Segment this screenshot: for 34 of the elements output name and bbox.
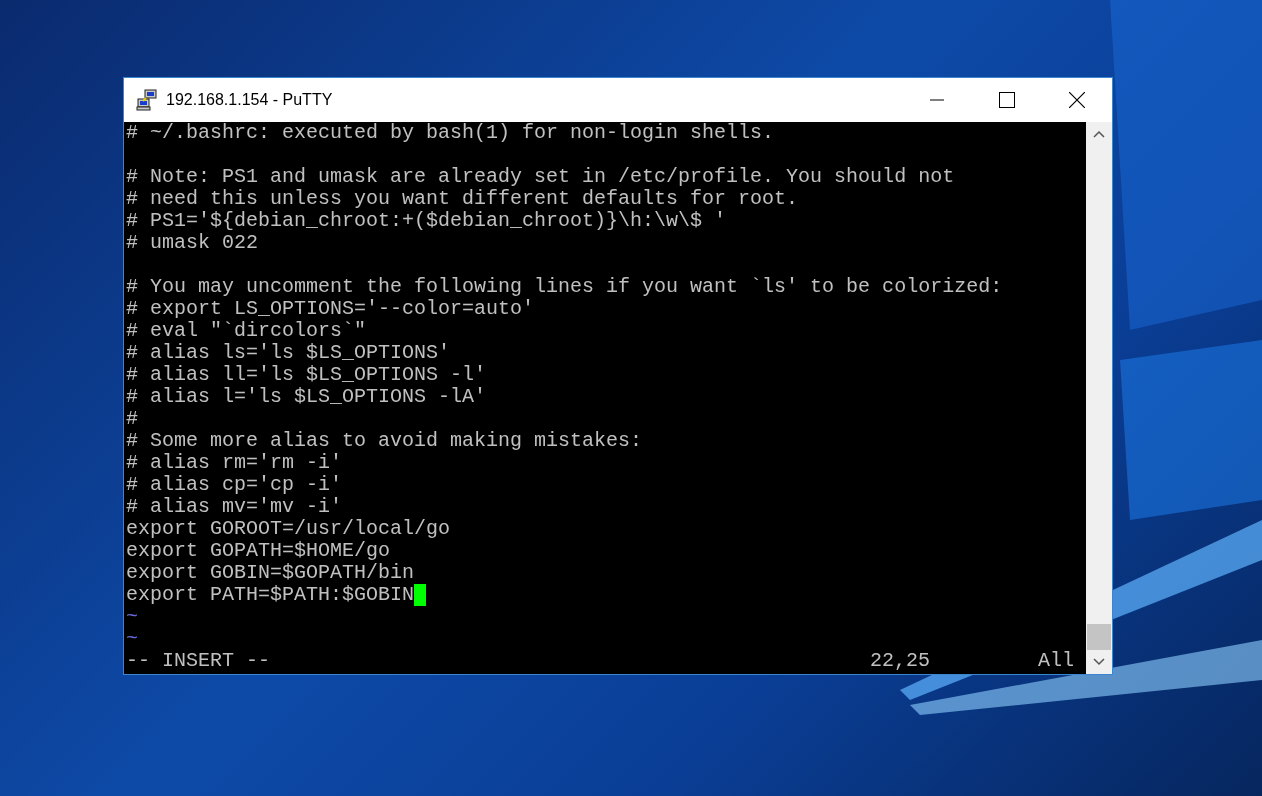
terminal-line: # export LS_OPTIONS='--color=auto' [126, 298, 535, 320]
terminal-line: # alias ls='ls $LS_OPTIONS' [126, 342, 451, 364]
terminal-line: # need this unless you want different defaults for root. [126, 188, 799, 210]
terminal-line: # alias l='ls $LS_OPTIONS -lA' [126, 386, 487, 408]
terminal-line: # eval "`dircolors`" [126, 320, 367, 342]
terminal-line: # PS1='${debian_chroot:+($debian_chroot)}\h:\w\$ ' [126, 210, 727, 232]
empty-line-marker: ~ [126, 606, 138, 628]
terminal-line: # [126, 408, 138, 430]
terminal-line: # Some more alias to avoid making mistakes: [126, 430, 643, 452]
scroll-down-icon[interactable] [1093, 658, 1105, 666]
maximize-icon [999, 92, 1015, 108]
minimize-icon [930, 99, 944, 101]
terminal-line: export GOROOT=/usr/local/go [126, 518, 451, 540]
terminal-line: # alias rm='rm -i' [126, 452, 343, 474]
window-title: 192.168.1.154 - PuTTY [166, 90, 333, 110]
scroll-position: All [1038, 650, 1074, 672]
scroll-up-icon[interactable] [1093, 130, 1105, 138]
scrollbar[interactable] [1086, 122, 1112, 674]
terminal-line: export GOPATH=$HOME/go [126, 540, 391, 562]
scrollbar-thumb[interactable] [1087, 624, 1111, 650]
terminal-line: # alias ll='ls $LS_OPTIONS -l' [126, 364, 487, 386]
terminal-line: # alias cp='cp -i' [126, 474, 343, 496]
networked-computers-icon [136, 89, 158, 111]
empty-line-marker: ~ [126, 628, 138, 650]
close-icon [1069, 92, 1085, 108]
terminal-line: # Note: PS1 and umask are already set in /etc/profile. You should not [126, 166, 955, 188]
terminal-line: export GOBIN=$GOPATH/bin [126, 562, 415, 584]
terminal-line: # alias mv='mv -i' [126, 496, 343, 518]
editor-mode: -- INSERT -- [126, 650, 272, 672]
terminal-line: # umask 022 [126, 232, 259, 254]
terminal-line: export PATH=$PATH:$GOBIN [126, 584, 415, 606]
terminal-line: # You may uncomment the following lines if you want `ls' to be colorized: [126, 276, 1003, 298]
terminal-line: # ~/.bashrc: executed by bash(1) for non-login shells. [126, 122, 775, 144]
cursor-position: 22,25 [870, 650, 931, 672]
